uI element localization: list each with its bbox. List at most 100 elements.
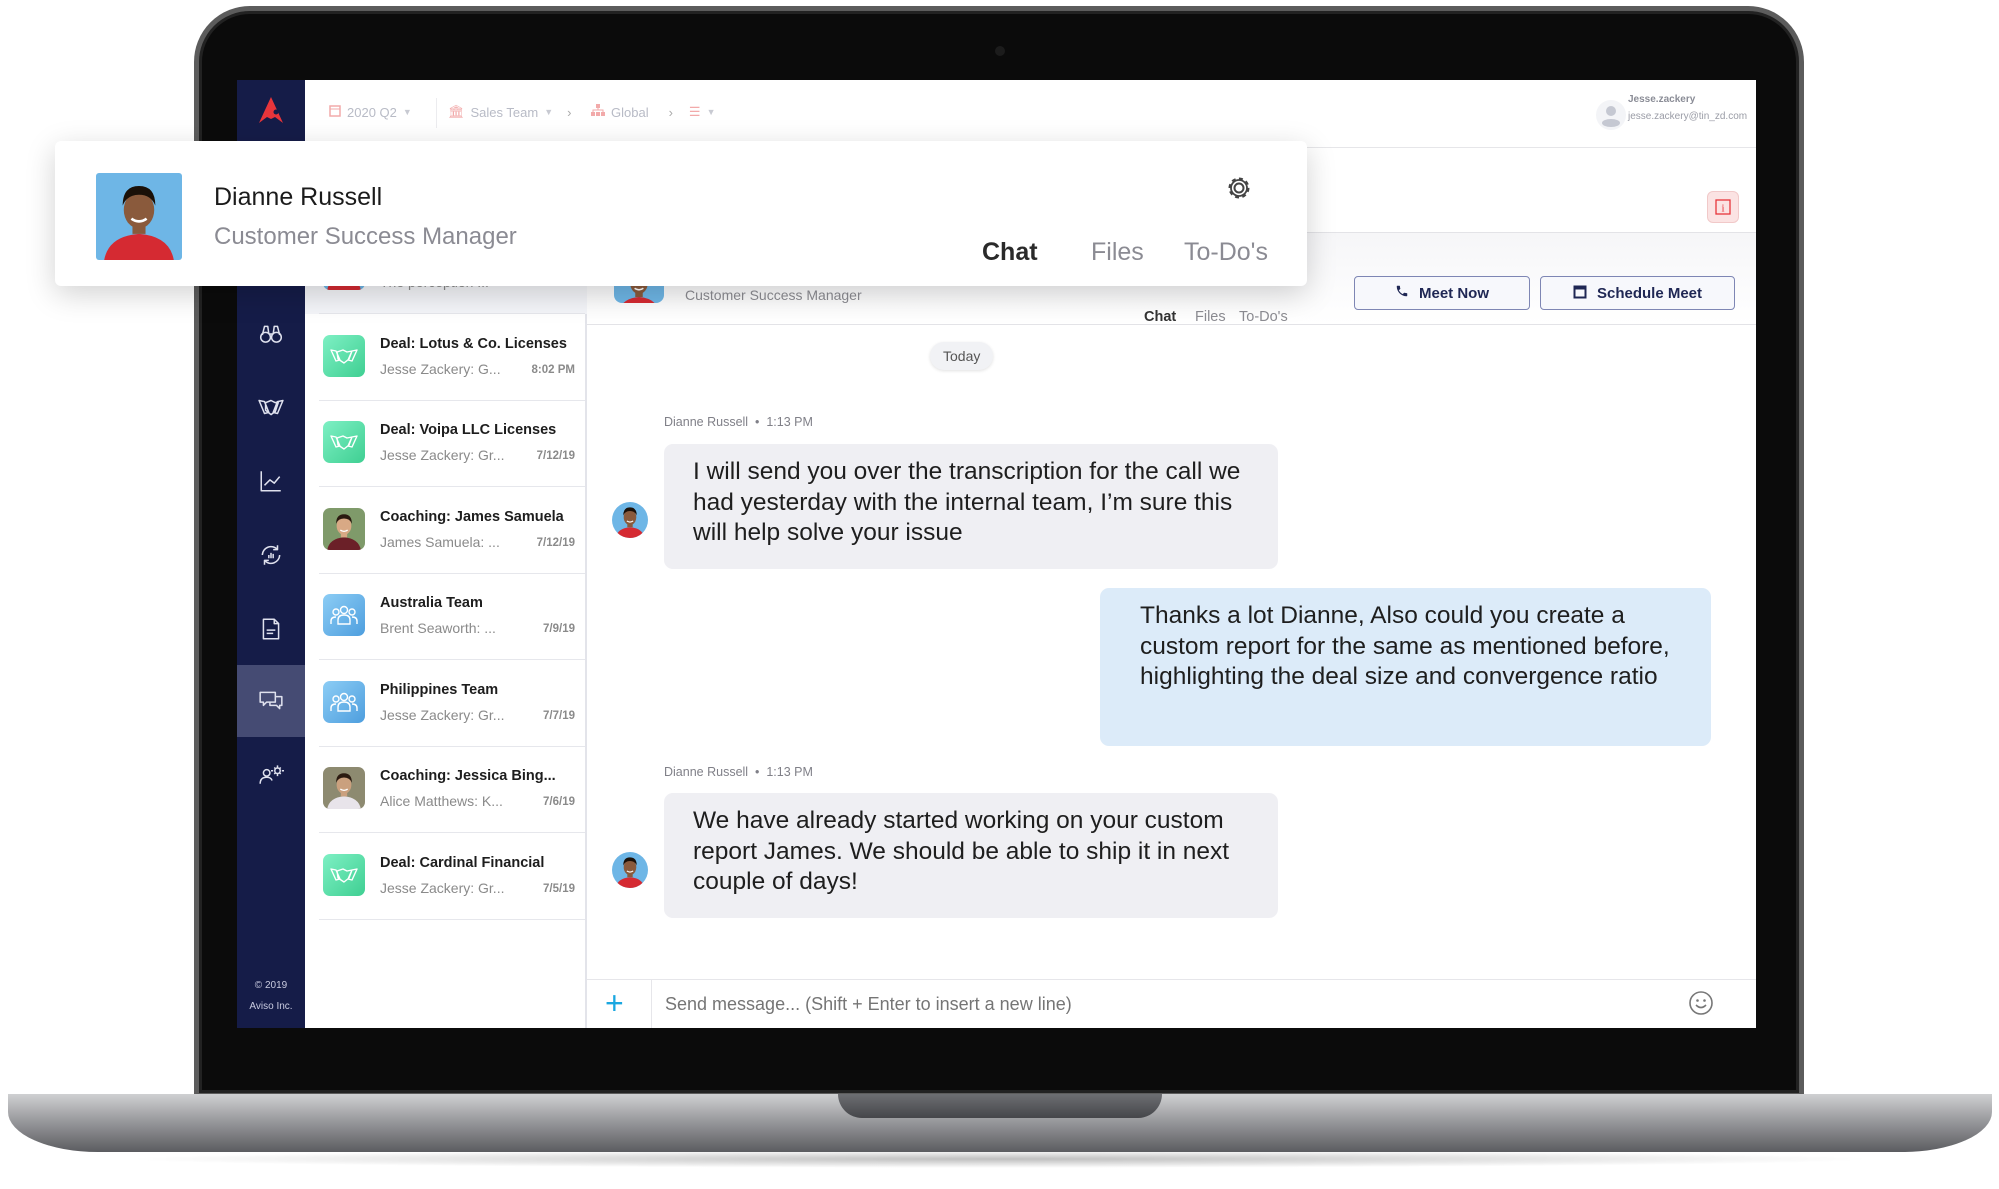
info-icon: i <box>1715 199 1731 215</box>
conversation-time: 8:02 PM <box>531 363 575 376</box>
copyright-company: Aviso Inc. <box>249 1001 293 1012</box>
copyright-year: © 2019 <box>254 980 288 991</box>
message-bubble-incoming: I will send you over the transcription f… <box>664 444 1278 569</box>
laptop-shadow <box>120 1150 1880 1168</box>
conversation-name: Deal: Cardinal Financial <box>380 854 545 871</box>
conversation-item[interactable]: Coaching: James Samuela James Samuela: ..… <box>305 488 587 574</box>
user-email: jesse.zackery@tin_zd.com <box>1628 111 1748 122</box>
message-input[interactable] <box>665 980 1665 1028</box>
gear-icon <box>1228 177 1250 199</box>
meet-now-label: Meet Now <box>1418 284 1489 302</box>
profile-card: Dianne Russell Customer Success Manager … <box>55 141 1307 286</box>
chat-icon <box>259 691 283 710</box>
user-settings-icon <box>259 765 284 784</box>
sender-avatar <box>612 502 648 538</box>
profile-title: Customer Success Manager <box>214 223 517 250</box>
scope-label: Global <box>611 104 649 120</box>
schedule-meet-button[interactable]: Schedule Meet <box>1540 276 1735 310</box>
refresh-chart-icon <box>261 545 281 565</box>
conversation-item[interactable]: Deal: Voipa LLC Licenses Jesse Zackery: G… <box>305 401 587 487</box>
copyright: © 2019 Aviso Inc. <box>237 975 305 1017</box>
conversation-preview: Alice Matthews: K... <box>380 793 503 809</box>
sidebar-item-refresh-chart[interactable] <box>237 519 305 591</box>
conversation-preview: Jesse Zackery: Gr... <box>380 447 505 463</box>
profile-name: Dianne Russell <box>214 183 383 211</box>
deal-avatar <box>323 853 365 896</box>
day-separator: Today <box>930 342 994 370</box>
sidebar-item-binoculars[interactable] <box>237 298 305 370</box>
conversation-item[interactable]: Deal: Cardinal Financial Jesse Zackery: G… <box>305 834 587 920</box>
sidebar-item-chat[interactable] <box>237 665 305 737</box>
sidebar-item-line-chart[interactable] <box>237 445 305 517</box>
aviso-logo[interactable] <box>237 80 305 140</box>
deal-avatar <box>323 334 365 377</box>
info-button[interactable]: i <box>1707 191 1739 223</box>
popup-tab-chat[interactable]: Chat <box>982 238 1038 267</box>
chevron-down-icon: ▼ <box>544 107 554 117</box>
binoculars-icon <box>259 325 283 343</box>
conversation-name: Deal: Voipa LLC Licenses <box>380 422 557 438</box>
popup-tab-todos[interactable]: To-Do's <box>1184 238 1268 267</box>
message-meta: Dianne Russell • 1:13 PM <box>664 765 813 779</box>
emoji-button[interactable] <box>1688 990 1714 1021</box>
hierarchy-icon <box>591 104 605 120</box>
message-sender: Dianne Russell <box>664 765 749 779</box>
smiley-icon <box>1689 991 1713 1015</box>
tab-todos[interactable]: To-Do's <box>1239 309 1288 325</box>
team-avatar <box>323 594 365 636</box>
user-menu[interactable]: Jesse.zackery jesse.zackery@tin_zd.com <box>1596 94 1748 130</box>
scope-selector[interactable]: Global › ☰ ▼ <box>591 104 716 120</box>
deal-avatar <box>323 421 365 463</box>
conversation-preview: Jesse Zackery: Gr... <box>380 706 505 723</box>
settings-button[interactable] <box>1224 173 1254 208</box>
popup-tab-files[interactable]: Files <box>1091 238 1144 267</box>
conversation-name: Deal: Lotus & Co. Licenses <box>380 335 567 352</box>
tab-files[interactable]: Files <box>1195 309 1226 325</box>
message-sender: Dianne Russell <box>664 415 749 429</box>
message-bubble-outgoing: Thanks a lot Dianne, Also could you crea… <box>1100 588 1711 746</box>
conversation-list: Dianne RussellThe perception ...7:45 AMD… <box>305 228 587 1028</box>
conversation-name: Coaching: Jessica Bing... <box>380 768 556 784</box>
nav-divider <box>436 98 437 128</box>
sidebar-item-document[interactable] <box>237 593 305 665</box>
phone-icon <box>1395 284 1409 302</box>
conversation-time: 7/12/19 <box>536 536 575 549</box>
separator <box>319 918 585 920</box>
conversation-item[interactable]: Coaching: Jessica Bing... Alice Matthews:… <box>305 747 587 833</box>
add-attachment-button[interactable]: + <box>605 985 624 1021</box>
svg-text:i: i <box>1721 203 1724 215</box>
document-icon <box>262 618 280 640</box>
bank-icon: 🏛︎ <box>448 104 465 119</box>
message-bubble-incoming: We have already started working on your … <box>664 793 1278 918</box>
conversation-time: 7/7/19 <box>543 709 575 722</box>
period-selector[interactable]: 2020 Q2 ▼ <box>329 104 412 120</box>
team-selector[interactable]: 🏛︎ Sales Team ▼ › <box>448 104 571 120</box>
conversation-preview: James Samuela: ... <box>380 533 500 550</box>
user-avatar-icon <box>1596 100 1626 130</box>
chevron-right-icon: › <box>567 104 572 120</box>
period-label: 2020 Q2 <box>347 104 397 120</box>
sidebar-item-handshake[interactable] <box>237 371 305 443</box>
conversation-preview: Jesse Zackery: G... <box>380 360 501 377</box>
conversation-name: Coaching: James Samuela <box>380 508 564 525</box>
conversation-item[interactable]: Deal: Lotus & Co. Licenses Jesse Zackery:… <box>305 315 587 401</box>
conversation-name: Philippines Team <box>380 681 499 698</box>
schedule-meet-label: Schedule Meet <box>1596 284 1703 302</box>
person-james-avatar <box>323 507 365 550</box>
laptop-camera <box>995 46 1005 56</box>
handshake-icon <box>258 399 284 416</box>
meet-now-button[interactable]: Meet Now <box>1354 276 1530 310</box>
tab-chat[interactable]: Chat <box>1144 309 1176 325</box>
chevron-down-icon: ▼ <box>402 107 412 117</box>
conversation-time: 7/9/19 <box>543 623 575 635</box>
composer: + <box>587 979 1756 1028</box>
conversation-preview: Jesse Zackery: Gr... <box>380 879 505 896</box>
team-avatar <box>323 680 365 723</box>
sidebar-item-user-settings[interactable] <box>237 738 305 810</box>
conversation-item[interactable]: Australia Team Brent Seaworth: ... 7/9/19 <box>305 574 587 660</box>
conversation-time: 7/6/19 <box>543 796 575 808</box>
sender-avatar <box>612 852 648 888</box>
conversation-preview: Brent Seaworth: ... <box>380 620 496 636</box>
user-name: Jesse.zackery <box>1628 94 1696 105</box>
conversation-item[interactable]: Philippines Team Jesse Zackery: Gr... 7/7/… <box>305 661 587 747</box>
